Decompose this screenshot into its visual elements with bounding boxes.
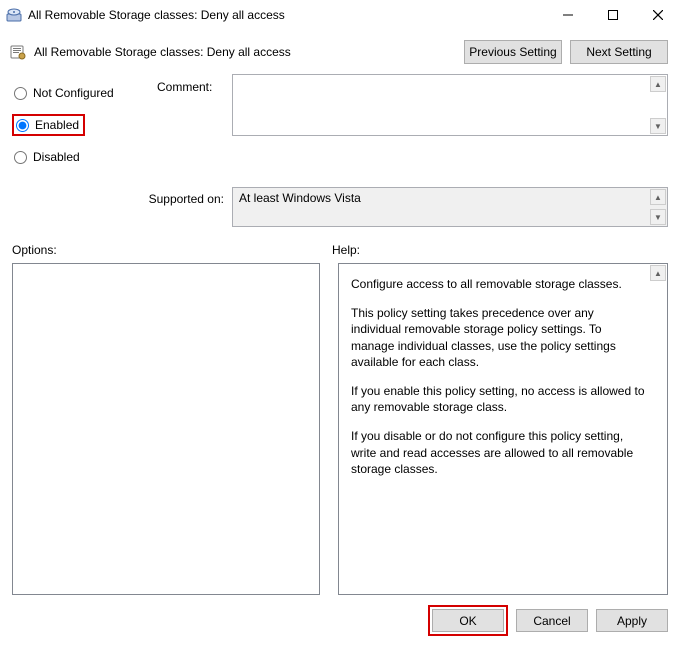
radio-label: Not Configured bbox=[33, 86, 114, 100]
scroll-up-icon[interactable]: ▲ bbox=[650, 189, 666, 205]
help-paragraph: If you disable or do not configure this … bbox=[351, 428, 645, 477]
policy-icon bbox=[10, 44, 26, 60]
scroll-up-icon[interactable]: ▲ bbox=[650, 76, 666, 92]
window-title: All Removable Storage classes: Deny all … bbox=[28, 8, 545, 22]
supported-on-value: At least Windows Vista bbox=[239, 191, 361, 205]
previous-setting-button[interactable]: Previous Setting bbox=[464, 40, 562, 64]
header: All Removable Storage classes: Deny all … bbox=[0, 30, 680, 74]
help-paragraph: This policy setting takes precedence ove… bbox=[351, 305, 645, 370]
options-label: Options: bbox=[12, 243, 332, 257]
radio-disabled[interactable]: Disabled bbox=[12, 148, 157, 166]
radio-disabled-input[interactable] bbox=[14, 151, 27, 164]
state-radios: Not Configured Enabled Disabled bbox=[12, 74, 157, 172]
comment-input[interactable]: ▲ ▼ bbox=[232, 74, 668, 136]
next-setting-button[interactable]: Next Setting bbox=[570, 40, 668, 64]
dialog-footer: OK Cancel Apply bbox=[0, 595, 680, 646]
help-label: Help: bbox=[332, 243, 668, 257]
window-controls bbox=[545, 0, 680, 30]
supported-row: Supported on: At least Windows Vista ▲ ▼ bbox=[12, 187, 668, 227]
radio-enabled[interactable]: Enabled bbox=[12, 114, 85, 136]
options-pane bbox=[12, 263, 320, 595]
help-paragraph: Configure access to all removable storag… bbox=[351, 276, 645, 292]
help-pane: ▲ Configure access to all removable stor… bbox=[338, 263, 668, 595]
radio-not-configured-input[interactable] bbox=[14, 87, 27, 100]
minimize-button[interactable] bbox=[545, 0, 590, 30]
panes: ▲ Configure access to all removable stor… bbox=[12, 263, 668, 595]
ok-button-highlight: OK bbox=[428, 605, 508, 636]
window-titlebar: All Removable Storage classes: Deny all … bbox=[0, 0, 680, 30]
maximize-button[interactable] bbox=[590, 0, 635, 30]
help-paragraph: If you enable this policy setting, no ac… bbox=[351, 383, 645, 415]
help-text: Configure access to all removable storag… bbox=[339, 264, 667, 502]
radio-label: Disabled bbox=[33, 150, 80, 164]
scroll-down-icon[interactable]: ▼ bbox=[650, 118, 666, 134]
close-button[interactable] bbox=[635, 0, 680, 30]
supported-on-value-box: At least Windows Vista ▲ ▼ bbox=[232, 187, 668, 227]
supported-on-label: Supported on: bbox=[12, 187, 232, 206]
radio-label: Enabled bbox=[35, 118, 79, 132]
config-row: Not Configured Enabled Disabled Comment:… bbox=[12, 74, 668, 172]
pane-labels: Options: Help: bbox=[12, 243, 668, 257]
scroll-up-icon[interactable]: ▲ bbox=[650, 265, 666, 281]
radio-enabled-input[interactable] bbox=[16, 119, 29, 132]
scroll-down-icon[interactable]: ▼ bbox=[650, 209, 666, 225]
app-icon bbox=[6, 7, 22, 23]
radio-not-configured[interactable]: Not Configured bbox=[12, 84, 157, 102]
setting-name: All Removable Storage classes: Deny all … bbox=[34, 45, 456, 59]
comment-label: Comment: bbox=[157, 74, 232, 94]
